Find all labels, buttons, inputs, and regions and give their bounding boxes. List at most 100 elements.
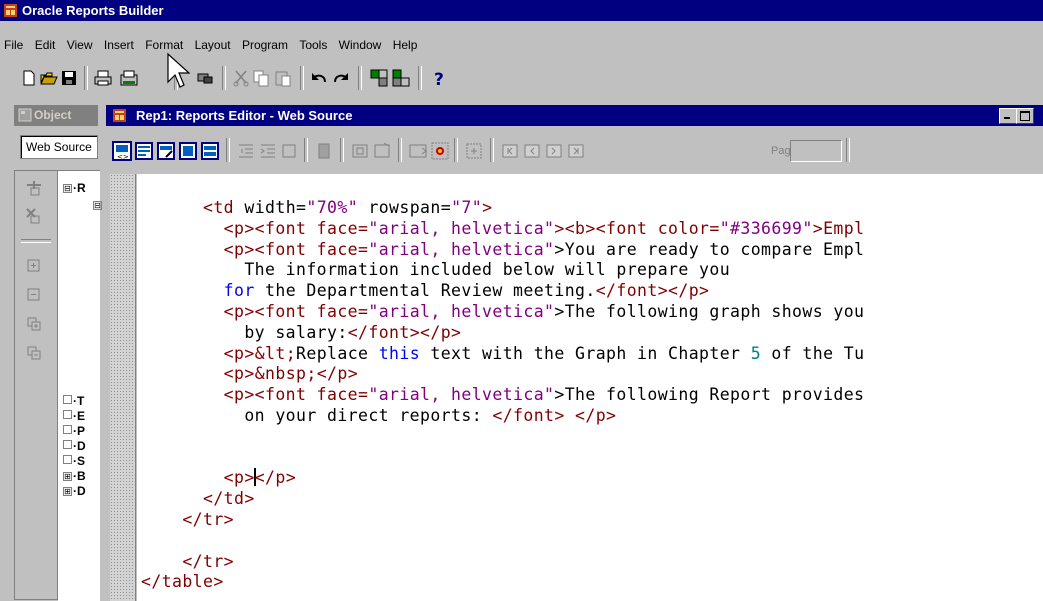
svg-text:<>: <> (117, 153, 129, 161)
menu-format[interactable]: Format (145, 38, 183, 52)
menu-file[interactable]: File (4, 38, 23, 52)
spellcheck-icon[interactable] (196, 69, 214, 87)
view-layout-model-icon[interactable] (156, 141, 176, 161)
code-token: this (378, 343, 421, 363)
code-token: </tr> (182, 551, 235, 571)
tree-item[interactable]: ·T (63, 394, 84, 408)
code-token: "arial, helvetica" (368, 239, 555, 259)
menu-tools[interactable]: Tools (299, 38, 327, 52)
tree-expander[interactable] (63, 425, 72, 434)
code-text[interactable]: <td width="70%" rowspan="7"> <p><font fa… (141, 198, 864, 593)
save-icon[interactable] (60, 69, 78, 87)
tree-item-label: D (77, 484, 86, 498)
code-token: by salary: (244, 322, 348, 342)
outdent-icon[interactable] (236, 141, 256, 161)
last-page-icon[interactable] (566, 141, 586, 161)
tree-expander[interactable] (63, 440, 72, 449)
new-icon[interactable] (20, 69, 38, 87)
tree-item-label: B (77, 469, 86, 483)
tree-expander[interactable]: ⊞ (63, 472, 72, 481)
tree-expander[interactable] (63, 395, 72, 404)
next-page-icon[interactable] (544, 141, 564, 161)
menu-view[interactable]: View (67, 38, 93, 52)
code-token: on your direct reports: (244, 405, 493, 425)
code-token: "#336699" (719, 218, 813, 238)
open-icon[interactable] (40, 69, 58, 87)
tree-item[interactable]: ⊟ ·R (63, 181, 86, 195)
view-parameter-form-icon[interactable] (178, 141, 198, 161)
minimize-button[interactable] (999, 108, 1017, 124)
tree-expander[interactable] (63, 410, 72, 419)
menu-program[interactable]: Program (242, 38, 288, 52)
graph-block-icon[interactable] (430, 141, 450, 161)
code-token: ><b><font color= (554, 218, 720, 238)
list-icon[interactable] (280, 141, 300, 161)
object-navigator-title-bar: Object (14, 105, 98, 126)
tree-expander[interactable]: ⊟ (93, 201, 102, 210)
toolbar-separator (454, 138, 458, 162)
tree-item[interactable]: ⊟ (93, 198, 103, 212)
copy-icon[interactable] (252, 69, 270, 87)
delete-icon[interactable] (25, 207, 43, 225)
undo-icon[interactable] (310, 69, 328, 87)
cut-icon[interactable] (232, 69, 250, 87)
create-icon[interactable] (25, 179, 43, 197)
code-token: width= (244, 198, 307, 217)
tree-item[interactable]: ·P (63, 424, 85, 438)
code-token: </table> (141, 572, 224, 592)
tree-expander[interactable]: ⊟ (63, 184, 72, 193)
expand-icon[interactable] (27, 259, 41, 273)
tree-item[interactable]: ·S (63, 454, 85, 468)
web-source-editor[interactable]: <td width="70%" rowspan="7"> <p><font fa… (137, 174, 1043, 601)
navigator-view-select[interactable]: Web Source (20, 135, 98, 159)
tree-item-label: P (77, 424, 86, 438)
insert-anchor-icon[interactable] (372, 141, 392, 161)
code-token: </font> </p> (492, 405, 617, 425)
code-token: >Empl (812, 218, 865, 238)
redo-icon[interactable] (332, 69, 350, 87)
code-token: Replace (296, 343, 379, 363)
main-toolbar: ? (0, 63, 1043, 95)
app-icon[interactable] (3, 3, 18, 18)
menu-edit[interactable]: Edit (35, 38, 56, 52)
view-paper-layout-icon[interactable] (200, 141, 220, 161)
collapse-icon[interactable] (27, 288, 41, 302)
paste-icon[interactable] (274, 69, 292, 87)
report-block-icon[interactable] (408, 141, 428, 161)
menu-help[interactable]: Help (393, 38, 418, 52)
tree-expander[interactable] (63, 455, 72, 464)
previous-page-icon[interactable] (522, 141, 542, 161)
expand-all-icon[interactable] (27, 317, 41, 331)
menu-layout[interactable]: Layout (195, 38, 231, 52)
app-title-bar: Oracle Reports Builder (0, 0, 1043, 21)
run-icon[interactable] (370, 69, 388, 87)
print-preview-icon[interactable] (120, 69, 138, 87)
toolbar-separator (340, 138, 344, 162)
compile-icon[interactable] (392, 69, 410, 87)
menu-window[interactable]: Window (339, 38, 382, 52)
select-all-icon[interactable] (464, 141, 484, 161)
reports-editor-title: Rep1: Reports Editor - Web Source (136, 108, 353, 123)
tree-item-label: T (77, 394, 85, 408)
view-web-source-icon[interactable]: <> (112, 141, 132, 161)
indent-icon[interactable] (258, 141, 278, 161)
tree-item[interactable]: ·D (63, 439, 86, 453)
tree-item[interactable]: ⊞ ·B (63, 469, 86, 483)
tree-expander[interactable]: ⊞ (63, 487, 72, 496)
print-icon[interactable] (94, 69, 112, 87)
maximize-button[interactable] (1016, 108, 1034, 124)
svg-text:?: ? (434, 70, 444, 87)
tree-item[interactable]: ·E (63, 409, 85, 423)
collapse-all-icon[interactable] (27, 346, 41, 360)
tree-item[interactable]: ⊞ ·D (63, 484, 86, 498)
menu-insert[interactable]: Insert (104, 38, 134, 52)
help-icon[interactable]: ? (430, 69, 448, 87)
first-page-icon[interactable] (500, 141, 520, 161)
app-title: Oracle Reports Builder (22, 3, 164, 18)
page-number-input[interactable] (790, 140, 842, 162)
insert-field-icon[interactable] (314, 141, 334, 161)
insert-frame-icon[interactable] (350, 141, 370, 161)
view-data-model-icon[interactable] (134, 141, 154, 161)
code-token: &lt; (254, 343, 297, 363)
reports-editor-icon[interactable] (112, 108, 127, 123)
